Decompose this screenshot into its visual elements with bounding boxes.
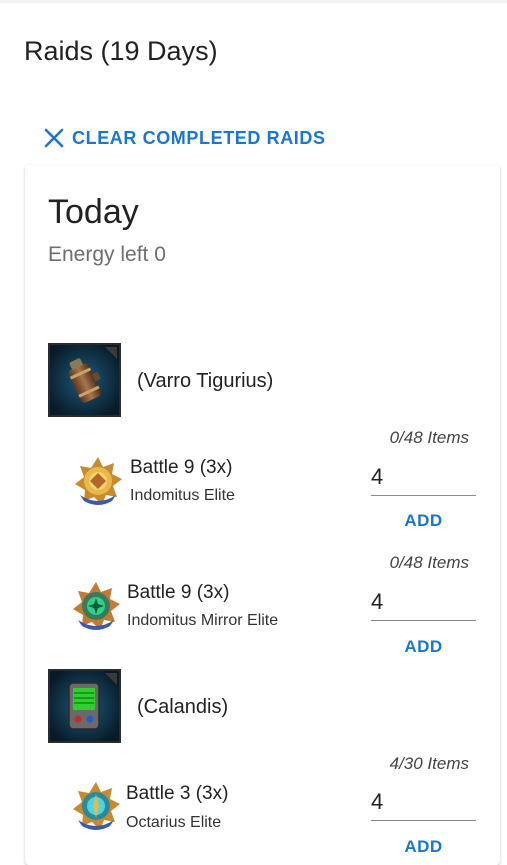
page-title: Raids (19 Days): [24, 36, 218, 66]
scanner-item-icon: [48, 669, 121, 743]
octarius-elite-icon: [73, 782, 120, 830]
canister-item-icon: [48, 343, 121, 417]
indomitus-elite-icon: [75, 457, 122, 505]
day-title: Today: [48, 193, 139, 231]
battle-title: Battle 9 (3x): [127, 582, 230, 603]
items-progress: 0/48 Items: [389, 428, 469, 447]
quantity-input[interactable]: [371, 787, 476, 821]
items-progress: 0/48 Items: [389, 553, 469, 572]
battle-subtitle: Indomitus Mirror Elite: [127, 612, 279, 629]
add-button[interactable]: ADD: [371, 637, 476, 657]
energy-left: Energy left 0: [48, 243, 166, 266]
add-button[interactable]: ADD: [371, 511, 476, 531]
battle-title: Battle 3 (3x): [126, 783, 229, 804]
clear-completed-raids-button[interactable]: CLEAR COMPLETED RAIDS: [42, 124, 326, 152]
battle-subtitle: Indomitus Elite: [130, 487, 235, 504]
add-button[interactable]: ADD: [371, 837, 476, 857]
quantity-input[interactable]: [371, 462, 476, 496]
items-progress: 4/30 Items: [389, 754, 469, 773]
clear-completed-raids-label: CLEAR COMPLETED RAIDS: [72, 127, 326, 148]
top-divider: [0, 0, 507, 3]
battle-subtitle: Octarius Elite: [126, 814, 222, 831]
quantity-input[interactable]: [371, 587, 476, 621]
character-name: (Calandis): [137, 696, 229, 718]
close-icon: [44, 128, 64, 148]
battle-title: Battle 9 (3x): [130, 457, 233, 478]
indomitus-mirror-elite-icon: [73, 582, 120, 630]
character-name: (Varro Tigurius): [137, 370, 274, 392]
